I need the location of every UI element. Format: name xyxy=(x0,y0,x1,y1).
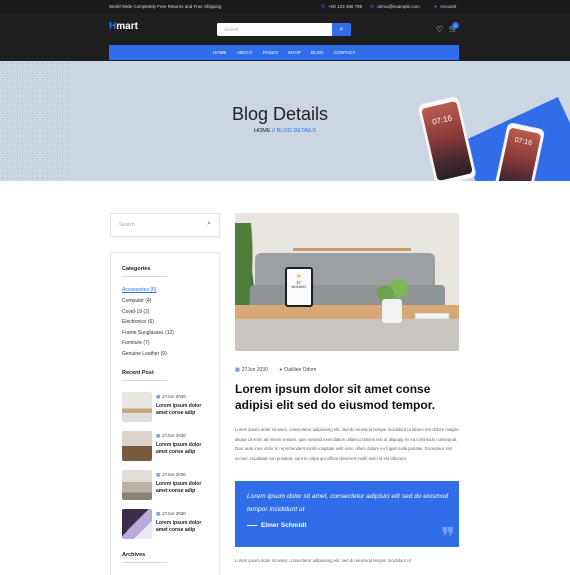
recent-post[interactable]: ▦ 27Jun 2030 Lorem ipsum dolor amet conse… xyxy=(122,470,212,500)
calendar-icon: ▦ xyxy=(235,367,240,373)
recent-posts-title: Recent Post xyxy=(122,370,154,376)
recent-post-date: ▦ 27Jun 2030 xyxy=(156,394,186,400)
recent-post-date: ▦ 27Jun 2030 xyxy=(156,472,186,478)
archives-title: Archives xyxy=(122,552,146,558)
date-text: 27Jun 2030 xyxy=(162,433,186,438)
post-date: 27Jun 2030 xyxy=(241,367,268,373)
nav-pages[interactable]: PAGES xyxy=(263,50,278,55)
recent-post-title[interactable]: Lorem ipsum dolor amet conse adip xyxy=(156,520,214,534)
nav-about[interactable]: ABOUT xyxy=(237,50,253,55)
recent-post-title[interactable]: Lorem ipsum dolor amet conse adip xyxy=(156,442,214,456)
breadcrumb-home[interactable]: HOME xyxy=(254,128,271,134)
image-tablet: ☀ 32° MONDAY xyxy=(285,267,313,307)
logo[interactable]: Hmart xyxy=(109,21,138,32)
breadcrumb: HOME // BLOG DETAILS xyxy=(254,128,316,134)
breadcrumb-current: BLOG DETAILS xyxy=(276,128,316,134)
account-label: Account xyxy=(440,4,457,9)
calendar-icon: ▦ xyxy=(156,394,161,399)
divider xyxy=(122,380,167,381)
recent-post[interactable]: ▦ 27Jun 2030 Lorem ipsum dolor amet conse… xyxy=(122,431,212,461)
post-author[interactable]: Oakliee Odom xyxy=(284,367,316,373)
top-bar: World Wide Completely Free Returns and F… xyxy=(0,0,570,13)
quote-author: Elmer Schmidt xyxy=(247,522,307,529)
cart-button[interactable]: 🛒 0 xyxy=(449,22,459,33)
email-address: demo@example.com xyxy=(377,4,420,9)
quote-author-name: Elmer Schmidt xyxy=(261,522,307,529)
nav-home[interactable]: HOME xyxy=(213,50,227,55)
promo-text: World Wide Completely Free Returns and F… xyxy=(109,4,222,9)
header-search[interactable]: Search ⌕ xyxy=(217,23,351,36)
category-link[interactable]: Accessories (6) xyxy=(122,287,156,293)
divider xyxy=(122,562,167,563)
nav-shop[interactable]: SHOP xyxy=(288,50,301,55)
recent-post-title[interactable]: Lorem ipsum dolor amet conse adip xyxy=(156,481,214,495)
header-search-input[interactable]: Search xyxy=(224,27,238,32)
quote-icon: ❞ xyxy=(441,523,455,553)
quote-text: Lorem ipsum dolor sit amet, consectetur … xyxy=(247,493,449,513)
image-books xyxy=(415,313,449,319)
search-icon[interactable]: ⌕ xyxy=(207,220,211,228)
search-icon: ⌕ xyxy=(339,26,344,33)
category-link[interactable]: Electronics (6) xyxy=(122,319,154,325)
account-link[interactable]: ● Account xyxy=(434,4,456,10)
category-link[interactable]: Computer (4) xyxy=(122,298,151,304)
category-link[interactable]: Furniture (7) xyxy=(122,340,150,346)
quote-dash xyxy=(247,524,257,526)
sidebar-search-input[interactable]: Search xyxy=(119,222,135,228)
blockquote: Lorem ipsum dolor sit amet, consectetur … xyxy=(235,481,459,553)
post-title: Lorem ipsum dolor sit amet conse adipisi… xyxy=(235,382,436,412)
cart-count-badge: 0 xyxy=(452,22,459,29)
phone-icon: ✆ xyxy=(321,4,326,10)
email-link[interactable]: ✉ demo@example.com xyxy=(370,4,420,10)
recent-post-thumbnail[interactable] xyxy=(122,470,152,500)
tablet-day: MONDAY xyxy=(291,285,307,289)
phone-number: +00 123 456 789 xyxy=(328,4,363,9)
nav-contact[interactable]: CONTACT xyxy=(334,50,355,55)
post-featured-image: ☀ 32° MONDAY xyxy=(235,213,459,351)
recent-post[interactable]: ▦ 27Jun 2030 Lorem ipsum dolor amet conse… xyxy=(122,509,212,539)
search-button[interactable]: ⌕ xyxy=(332,23,351,36)
categories-title: Categories xyxy=(122,266,151,272)
divider xyxy=(122,276,167,277)
recent-post[interactable]: ▦ 27Jun 2030 Lorem ipsum dolor amet conse… xyxy=(122,392,212,422)
recent-post-thumbnail[interactable] xyxy=(122,431,152,461)
phone-link[interactable]: ✆ +00 123 456 789 xyxy=(321,4,362,10)
page-title: Blog Details xyxy=(232,104,329,124)
sidebar-widget: Categories Accessories (6) Computer (4) … xyxy=(110,252,220,575)
image-pot xyxy=(382,299,402,323)
recent-post-thumbnail[interactable] xyxy=(122,392,152,422)
phone-screen: 07:16 xyxy=(421,100,473,181)
date-text: 27Jun 2030 xyxy=(162,511,186,516)
image-floor xyxy=(235,319,459,351)
recent-post-date: ▦ 27Jun 2030 xyxy=(156,433,186,439)
post-paragraph: Lorem ipsum dolor sit amet, consectetur … xyxy=(235,558,411,563)
mail-icon: ✉ xyxy=(370,4,375,10)
sidebar-search[interactable]: Search ⌕ xyxy=(110,213,220,237)
category-link[interactable]: Covid-19 (2) xyxy=(122,309,150,315)
recent-post-date: ▦ 27Jun 2030 xyxy=(156,511,186,517)
wishlist-icon[interactable]: ♡ xyxy=(436,25,443,34)
post-paragraph: Lorem ipsum dolor sit amet, consectetur … xyxy=(235,427,459,461)
date-text: 27Jun 2030 xyxy=(162,394,186,399)
recent-post-thumbnail[interactable] xyxy=(122,509,152,539)
main-nav: HOME ABOUT PAGES SHOP BLOG CONTACT xyxy=(109,45,459,60)
user-icon: ● xyxy=(279,367,283,373)
calendar-icon: ▦ xyxy=(156,511,161,516)
post-meta: ▦ 27Jun 2030 ● Oakliee Odom xyxy=(235,367,316,373)
tablet-screen: ☀ 32° MONDAY xyxy=(287,269,311,305)
calendar-icon: ▦ xyxy=(156,472,161,477)
user-icon: ● xyxy=(434,4,438,10)
page-hero: 07:16 07:16 Blog Details HOME // BLOG DE… xyxy=(0,61,570,181)
sun-icon: ☀ xyxy=(295,272,303,281)
recent-post-title[interactable]: Lorem ipsum dolor amet conse adip xyxy=(156,403,214,417)
image-shelf xyxy=(293,248,411,251)
date-text: 27Jun 2030 xyxy=(162,472,186,477)
hero-phone-image: 07:16 xyxy=(417,95,477,181)
dot-pattern xyxy=(0,61,70,181)
nav-blog[interactable]: BLOG xyxy=(311,50,324,55)
category-link[interactable]: Genuine Leather (9) xyxy=(122,351,167,357)
logo-text: mart xyxy=(116,21,138,32)
calendar-icon: ▦ xyxy=(156,433,161,438)
category-link[interactable]: Frame Sunglasses (12) xyxy=(122,330,174,336)
